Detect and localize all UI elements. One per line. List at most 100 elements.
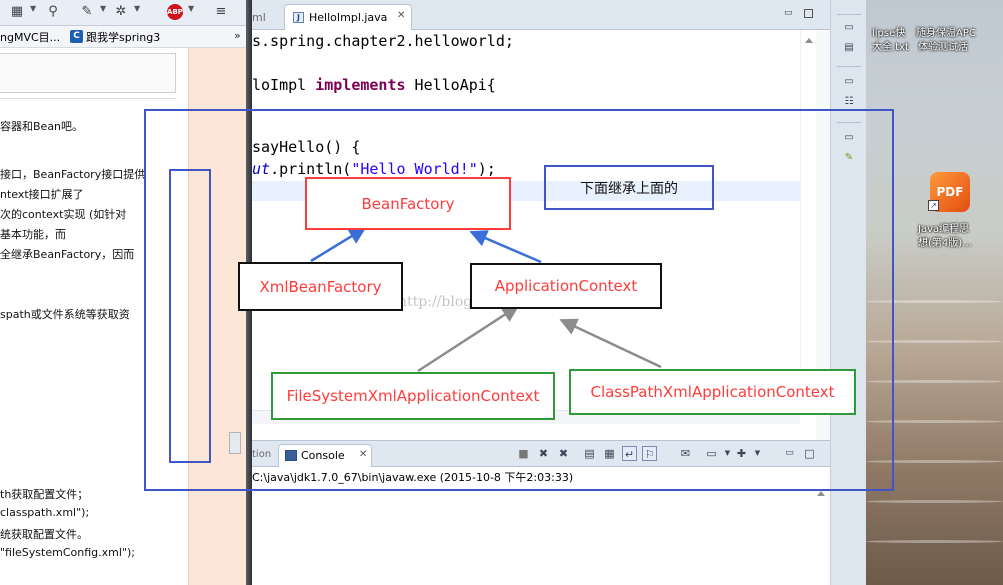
terrace-line [866,460,1003,463]
grid-icon[interactable]: ▦ [8,3,26,21]
desktop-background: lipse快 随身保温APC 大全.txt 体验测试活 PDF ↗ Java编程… [866,0,1003,585]
scroll-down-icon[interactable] [805,396,813,401]
article-line: 接口，BeanFactory接口提供 [0,168,146,181]
clear-console-icon[interactable]: ▤ [582,446,597,461]
display-console-icon[interactable]: ▭ [704,446,719,461]
tab-label: Console [301,449,345,462]
remove-all-launches-icon[interactable]: ✖ [556,446,571,461]
scroll-up-icon[interactable] [817,491,825,496]
current-line-highlight [252,181,800,201]
article-line: ntext接口扩展了 [0,188,84,201]
dropdown-caret-icon[interactable]: ▼ [720,446,735,461]
minimize-icon[interactable]: ▭ [784,8,793,18]
remove-launch-icon[interactable]: ✖ [536,446,551,461]
more-bookmarks-icon[interactable]: » [234,29,241,42]
dropdown-caret-icon[interactable]: ▼ [100,4,106,13]
article-line: 统获取配置文件。 [0,528,88,541]
overview-ruler [816,30,830,440]
editor-vertical-scrollbar[interactable] [800,30,816,410]
desktop-icon-label[interactable]: 想(第4版)... [918,234,972,249]
scroll-lock-icon[interactable]: ▦ [602,446,617,461]
article-content: 容器和Bean吧。 接口，BeanFactory接口提供 ntext接口扩展了 … [0,48,188,585]
code-area[interactable]: s.spring.chapter2.helloworld; loImpl imp… [252,30,800,440]
tab-previous-view[interactable]: tion [252,449,271,460]
terrace-line [866,420,1003,423]
console-icon [285,450,297,461]
desktop-icon-label[interactable]: 大全.txt [872,38,909,53]
task-view-icon[interactable]: ✎ [841,150,857,166]
desktop-icon-label[interactable]: Java编程思 [918,220,969,235]
tool-icon[interactable]: ✎ [78,3,96,21]
dropdown-caret-icon[interactable]: ▼ [30,4,36,13]
close-icon[interactable]: ✕ [397,10,405,21]
close-icon[interactable]: ✕ [359,449,367,460]
terrace-line [866,540,1003,543]
minimize-icon[interactable]: ▭ [782,446,797,461]
article-line: 基本功能，而 [0,228,66,241]
eclipse-trim-bar: ▭ ▤ ▭ ☷ ▭ ✎ [830,0,866,585]
editor-tab-bar: ml J HelloImpl.java ✕ ▭ [252,0,830,30]
dropdown-caret-icon[interactable]: ▼ [750,446,765,461]
console-launch-info: C:\java\jdk1.7.0_67\bin\javaw.exe (2015-… [252,471,574,484]
article-line: 次的context实现 (如针对 [0,208,127,221]
article-line: "fileSystemConfig.xml"); [0,546,135,559]
scroll-up-icon[interactable] [805,38,813,43]
show-on-output-icon[interactable]: ⚐ [642,446,657,461]
browser-toolbar: ▦ ▼ ⚲ ✎ ▼ ✲ ▼ ABP ▼ ≡ [0,0,250,26]
terrace-line [866,340,1003,343]
restore-icon[interactable]: ▭ [841,20,857,36]
tab-label: HelloImpl.java [309,11,388,24]
adblock-icon[interactable]: ABP [167,4,183,20]
desktop-icon-label[interactable]: 随身保温APC [916,24,976,39]
trim-separator [837,122,861,123]
menu-icon[interactable]: ≡ [212,3,230,21]
tab-previous-file[interactable]: ml [252,11,266,24]
editor-horizontal-scrollbar[interactable] [252,410,800,424]
console-tab-bar: tion Console ✕ ■ ✖ ✖ ▤ ▦ ↵ ⚐ ✉ ▭ ▼ ✚ ▼ ▭… [252,441,830,467]
outline-view-icon[interactable]: ▤ [841,40,857,56]
browser-scrollbar-thumb[interactable] [229,432,241,454]
java-file-icon: J [293,12,304,23]
article-line: classpath.xml"); [0,506,90,519]
article-line: 全继承BeanFactory，因而 [0,248,135,261]
restore-icon[interactable]: ▭ [841,130,857,146]
terrace-line [866,500,1003,503]
bookmark-favicon-icon: C [70,30,83,43]
word-wrap-icon[interactable]: ↵ [622,446,637,461]
tab-console[interactable]: Console ✕ [278,444,372,467]
code-line: loImpl implements HelloApi{ [252,76,496,94]
shortcut-arrow-icon: ↗ [928,200,939,211]
desktop-icon-label[interactable]: lipse快 [872,24,905,39]
open-console-icon[interactable]: ✚ [734,446,749,461]
article-header-box [0,53,176,93]
dropdown-caret-icon[interactable]: ▼ [134,4,140,13]
page-sidebar [188,48,250,585]
maximize-icon[interactable] [804,9,813,18]
bookmark-item[interactable]: ngMVC目... [0,29,60,45]
code-line: sayHello() { [252,138,361,156]
terrace-line [866,380,1003,383]
hierarchy-view-icon[interactable]: ☷ [841,94,857,110]
tab-helloimpl-java[interactable]: J HelloImpl.java ✕ [284,4,412,30]
console-view: tion Console ✕ ■ ✖ ✖ ▤ ▦ ↵ ⚐ ✉ ▭ ▼ ✚ ▼ ▭… [252,440,830,585]
maximize-icon[interactable]: □ [802,446,817,461]
desktop-icon-label[interactable]: 体验测试活 [918,38,968,53]
dropdown-caret-icon[interactable]: ▼ [188,4,194,13]
browser-window: ▦ ▼ ⚲ ✎ ▼ ✲ ▼ ABP ▼ ≡ ngMVC目... C 跟我学spr… [0,0,250,585]
article-line: spath或文件系统等获取资 [0,308,130,321]
article-line: th获取配置文件； [0,488,89,501]
terminate-icon[interactable]: ■ [516,446,531,461]
code-editor: ml J HelloImpl.java ✕ ▭ s.spring.chapter… [252,0,830,440]
puzzle-icon[interactable]: ✲ [112,3,130,21]
article-line: 容器和Bean吧。 [0,120,84,133]
article-divider [0,98,176,99]
console-scrollbar[interactable] [814,487,828,585]
restore-icon[interactable]: ▭ [841,74,857,90]
pin-icon[interactable]: ⚲ [44,3,62,21]
trim-separator [837,14,861,15]
terrace-line [866,300,1003,303]
pin-console-icon[interactable]: ✉ [678,446,693,461]
bookmark-item[interactable]: 跟我学spring3 [86,29,160,45]
code-line: s.spring.chapter2.helloworld; [252,32,514,50]
trim-separator [837,66,861,67]
